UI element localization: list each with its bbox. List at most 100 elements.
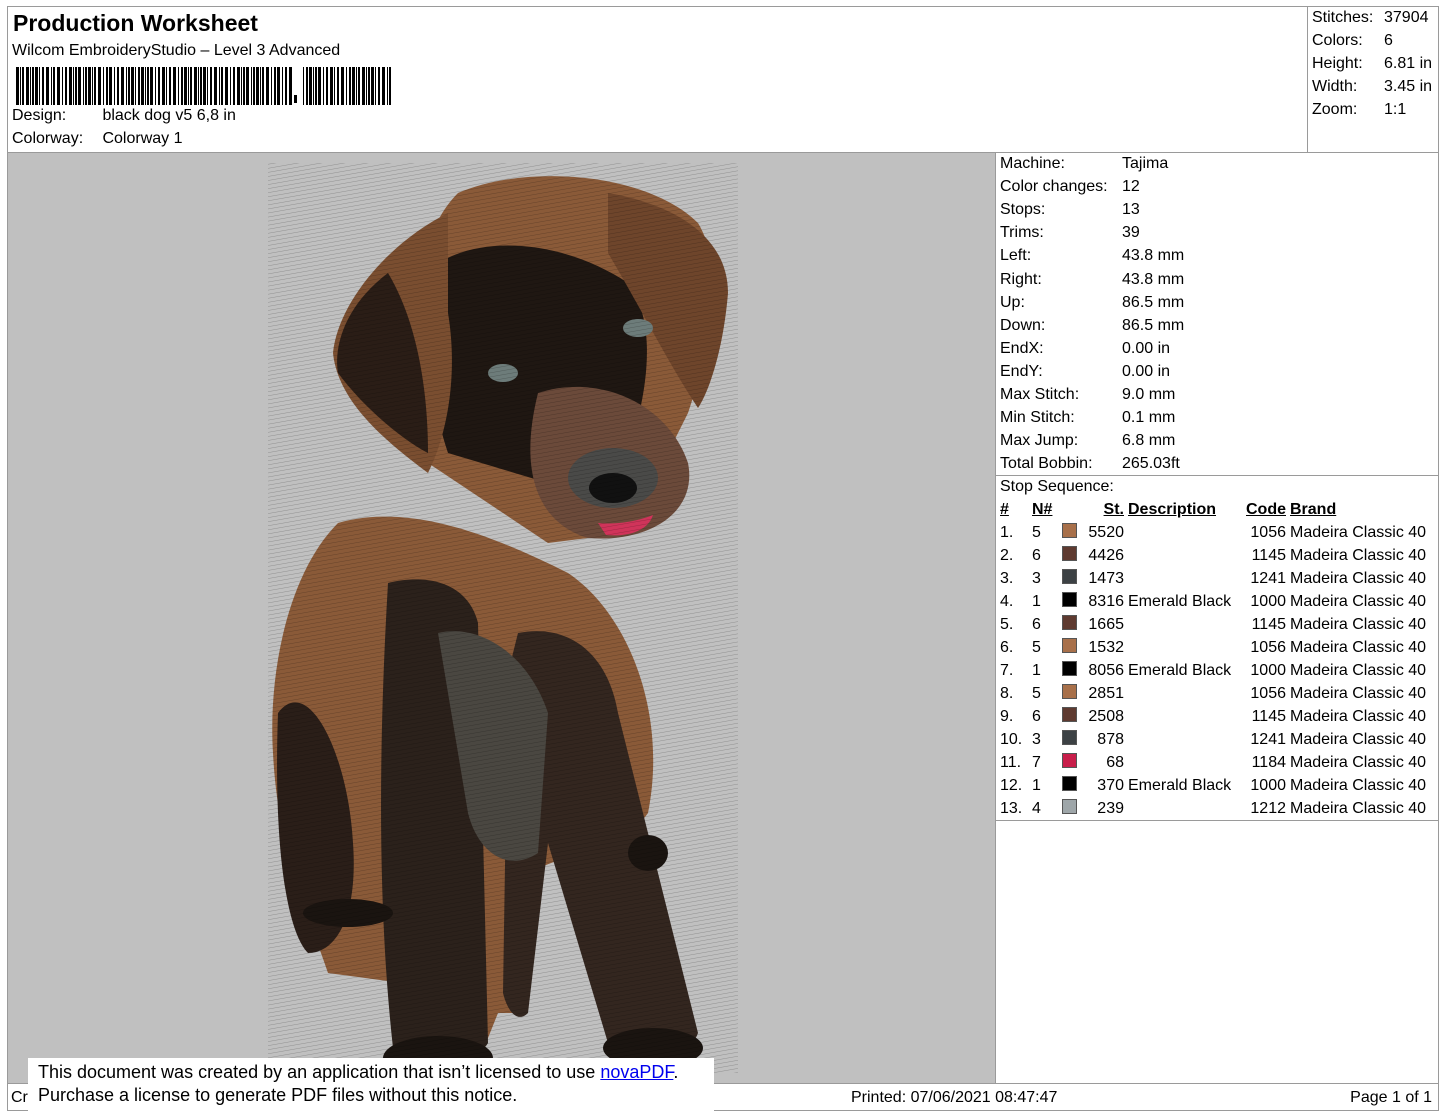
thread-color-swatch bbox=[1062, 753, 1077, 768]
info-row: Right: 43.8 mm bbox=[1000, 271, 1184, 289]
thread-color-swatch bbox=[1062, 799, 1077, 814]
info-value: 0.1 mm bbox=[1122, 409, 1176, 427]
row-brand: Madeira Classic 40 bbox=[1290, 615, 1427, 633]
thread-color-swatch bbox=[1062, 776, 1077, 791]
info-label: Machine: bbox=[1000, 155, 1065, 172]
row-needle: 4 bbox=[1032, 799, 1041, 817]
thread-color-swatch bbox=[1062, 707, 1077, 722]
info-row: Max Stitch: 9.0 mm bbox=[1000, 386, 1175, 404]
row-index: 5. bbox=[1000, 615, 1014, 633]
col-index: # bbox=[1000, 500, 1009, 518]
row-code: 1056 bbox=[1250, 684, 1286, 702]
info-label: Max Stitch: bbox=[1000, 386, 1080, 403]
stat-row-colors: Colors: 6 bbox=[1312, 32, 1393, 49]
info-value: 86.5 mm bbox=[1122, 293, 1185, 311]
info-value: 43.8 mm bbox=[1122, 247, 1185, 265]
row-code: 1056 bbox=[1250, 523, 1286, 541]
thread-color-swatch bbox=[1062, 592, 1077, 607]
table-row: 3. 3 1473 1241 Madeira Classic 40 bbox=[998, 567, 1432, 590]
row-index: 13. bbox=[1000, 799, 1023, 817]
col-swatch bbox=[1060, 498, 1082, 521]
info-label: EndY: bbox=[1000, 362, 1043, 380]
row-code: 1241 bbox=[1250, 569, 1286, 587]
row-description bbox=[1126, 521, 1242, 544]
row-index: 2. bbox=[1000, 546, 1014, 564]
design-preview bbox=[7, 152, 996, 1084]
col-description: Description bbox=[1128, 500, 1217, 518]
row-stitches: 1473 bbox=[1088, 569, 1124, 587]
row-code: 1241 bbox=[1250, 730, 1286, 748]
col-needle: N# bbox=[1032, 500, 1053, 518]
info-label: Total Bobbin: bbox=[1000, 455, 1093, 473]
row-index: 8. bbox=[1000, 684, 1014, 702]
machine-info-panel: Machine: Tajima Color changes: 12 Stops: 13 Tr… bbox=[995, 152, 1439, 476]
empty-panel bbox=[995, 820, 1439, 1084]
notice-line-2: Purchase a license to generate PDF files… bbox=[38, 1085, 518, 1105]
info-value: 39 bbox=[1122, 224, 1140, 242]
footer-left-text: Cr bbox=[11, 1089, 28, 1106]
stop-sequence-heading: Stop Sequence: bbox=[1000, 478, 1114, 495]
color-swatch bbox=[1060, 544, 1082, 567]
row-description: Emerald Black bbox=[1128, 776, 1232, 794]
table-row: 9. 6 2508 1145 Madeira Classic 40 bbox=[998, 705, 1432, 728]
color-swatch bbox=[1060, 636, 1082, 659]
row-brand: Madeira Classic 40 bbox=[1290, 523, 1427, 541]
row-index: 9. bbox=[1000, 707, 1014, 725]
row-code: 1000 bbox=[1250, 592, 1286, 610]
row-brand: Madeira Classic 40 bbox=[1290, 707, 1427, 725]
info-label: Max Jump: bbox=[1000, 432, 1079, 450]
row-stitches: 8056 bbox=[1088, 661, 1124, 679]
table-row: 11. 7 68 1184 Madeira Classic 40 bbox=[998, 751, 1432, 774]
info-row: Total Bobbin: 265.03ft bbox=[1000, 455, 1180, 473]
row-code: 1184 bbox=[1251, 753, 1286, 771]
table-row: 2. 6 4426 1145 Madeira Classic 40 bbox=[998, 544, 1432, 567]
info-label: Up: bbox=[1000, 293, 1025, 311]
color-swatch bbox=[1060, 521, 1082, 544]
info-row: Machine: Tajima bbox=[1000, 155, 1168, 173]
row-code: 1145 bbox=[1251, 707, 1286, 725]
row-brand: Madeira Classic 40 bbox=[1290, 638, 1427, 656]
info-row: EndY: 0.00 in bbox=[1000, 363, 1170, 381]
row-index: 4. bbox=[1000, 592, 1014, 610]
col-brand: Brand bbox=[1290, 500, 1337, 518]
row-code: 1145 bbox=[1251, 615, 1286, 633]
row-brand: Madeira Classic 40 bbox=[1290, 569, 1427, 587]
row-brand: Madeira Classic 40 bbox=[1290, 730, 1427, 748]
row-stitches: 5520 bbox=[1088, 523, 1124, 541]
color-swatch bbox=[1060, 567, 1082, 590]
row-index: 10. bbox=[1000, 730, 1023, 748]
design-row: Design: black dog v5 6,8 in bbox=[12, 107, 236, 125]
row-stitches: 8316 bbox=[1088, 592, 1124, 610]
row-description bbox=[1126, 567, 1242, 590]
info-row: Stops: 13 bbox=[1000, 201, 1140, 219]
row-description bbox=[1126, 613, 1242, 636]
table-row: 13. 4 239 1212 Madeira Classic 40 bbox=[998, 797, 1432, 820]
info-row: Min Stitch: 0.1 mm bbox=[1000, 409, 1175, 427]
info-row: Max Jump: 6.8 mm bbox=[1000, 432, 1175, 450]
col-code: Code bbox=[1246, 500, 1286, 518]
row-index: 3. bbox=[1000, 569, 1014, 587]
design-label: Design: bbox=[12, 107, 67, 124]
color-swatch bbox=[1060, 659, 1082, 682]
thread-color-swatch bbox=[1062, 684, 1077, 699]
worksheet-header: Production Worksheet Wilcom EmbroiderySt… bbox=[7, 6, 1308, 153]
info-label: Color changes: bbox=[1000, 178, 1108, 196]
info-label: Right: bbox=[1000, 270, 1042, 288]
row-description bbox=[1126, 728, 1242, 751]
info-row: Color changes: 12 bbox=[1000, 178, 1140, 196]
info-label: Trims: bbox=[1000, 224, 1044, 242]
table-row: 6. 5 1532 1056 Madeira Classic 40 bbox=[998, 636, 1432, 659]
info-value: 12 bbox=[1122, 178, 1140, 196]
row-description: Emerald Black bbox=[1128, 592, 1232, 610]
color-swatch bbox=[1060, 613, 1082, 636]
info-row: EndX: 0.00 in bbox=[1000, 340, 1170, 358]
row-description bbox=[1126, 682, 1242, 705]
novapdf-link[interactable]: novaPDF bbox=[600, 1062, 673, 1082]
row-stitches: 1665 bbox=[1088, 615, 1124, 633]
row-brand: Madeira Classic 40 bbox=[1290, 661, 1427, 679]
info-label: Stops: bbox=[1000, 201, 1046, 219]
colorway-value: Colorway 1 bbox=[102, 130, 183, 147]
info-row: Trims: 39 bbox=[1000, 224, 1140, 242]
info-label: Down: bbox=[1000, 316, 1046, 334]
stat-row-width: Width: 3.45 in bbox=[1312, 78, 1433, 95]
